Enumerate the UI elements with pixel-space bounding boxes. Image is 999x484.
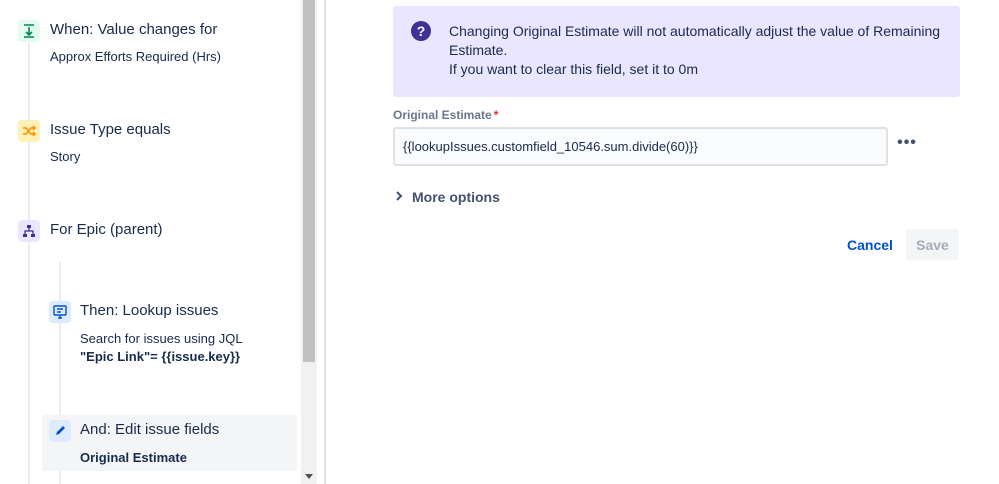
rule-title: And: Edit issue fields [80, 421, 220, 438]
panel-divider [324, 0, 326, 484]
info-banner: ? Changing Original Estimate will not au… [393, 6, 960, 97]
jql-field: "Epic Link" [80, 349, 151, 364]
scrollbar-thumb[interactable] [303, 0, 315, 362]
rule-subtitle: Story [50, 149, 81, 164]
more-actions-icon[interactable]: ••• [896, 132, 918, 154]
scroll-down-arrow-icon[interactable] [305, 474, 313, 479]
rule-title: Then: Lookup issues [80, 302, 219, 319]
cancel-button[interactable]: Cancel [840, 229, 900, 260]
condition-icon [18, 120, 40, 142]
edit-icon [49, 420, 71, 442]
rule-title: For Epic (parent) [50, 221, 163, 238]
rule-jql: "Epic Link"= {{issue.key}} [80, 349, 240, 364]
chevron-right-icon [395, 190, 407, 204]
banner-message: Changing Original Estimate will not auto… [449, 22, 949, 79]
rule-title: Issue Type equals [50, 121, 171, 138]
original-estimate-input[interactable] [393, 127, 888, 166]
save-button[interactable]: Save [906, 229, 959, 260]
rule-connector-line [28, 40, 30, 484]
branch-icon [18, 220, 40, 242]
rule-subtitle: Search for issues using JQL [80, 331, 243, 346]
rule-title: When: Value changes for [50, 21, 218, 38]
banner-line-1: Changing Original Estimate will not auto… [449, 23, 941, 58]
banner-line-2: If you want to clear this field, set it … [449, 61, 698, 77]
field-label-text: Original Estimate [393, 108, 492, 122]
rule-subtitle: Original Estimate [80, 450, 187, 465]
rule-list-panel: When: Value changes for Approx Efforts R… [0, 0, 301, 484]
question-icon: ? [411, 21, 431, 41]
field-label: Original Estimate * [393, 108, 498, 122]
more-options-toggle[interactable]: More options [395, 189, 500, 205]
more-options-label: More options [412, 189, 500, 205]
jql-value: = {{issue.key}} [150, 349, 241, 364]
required-mark: * [493, 108, 499, 122]
rule-subtitle: Approx Efforts Required (Hrs) [50, 49, 221, 64]
trigger-icon [18, 20, 40, 42]
lookup-icon [49, 301, 71, 323]
rule-list-scrollbar[interactable] [301, 0, 317, 484]
